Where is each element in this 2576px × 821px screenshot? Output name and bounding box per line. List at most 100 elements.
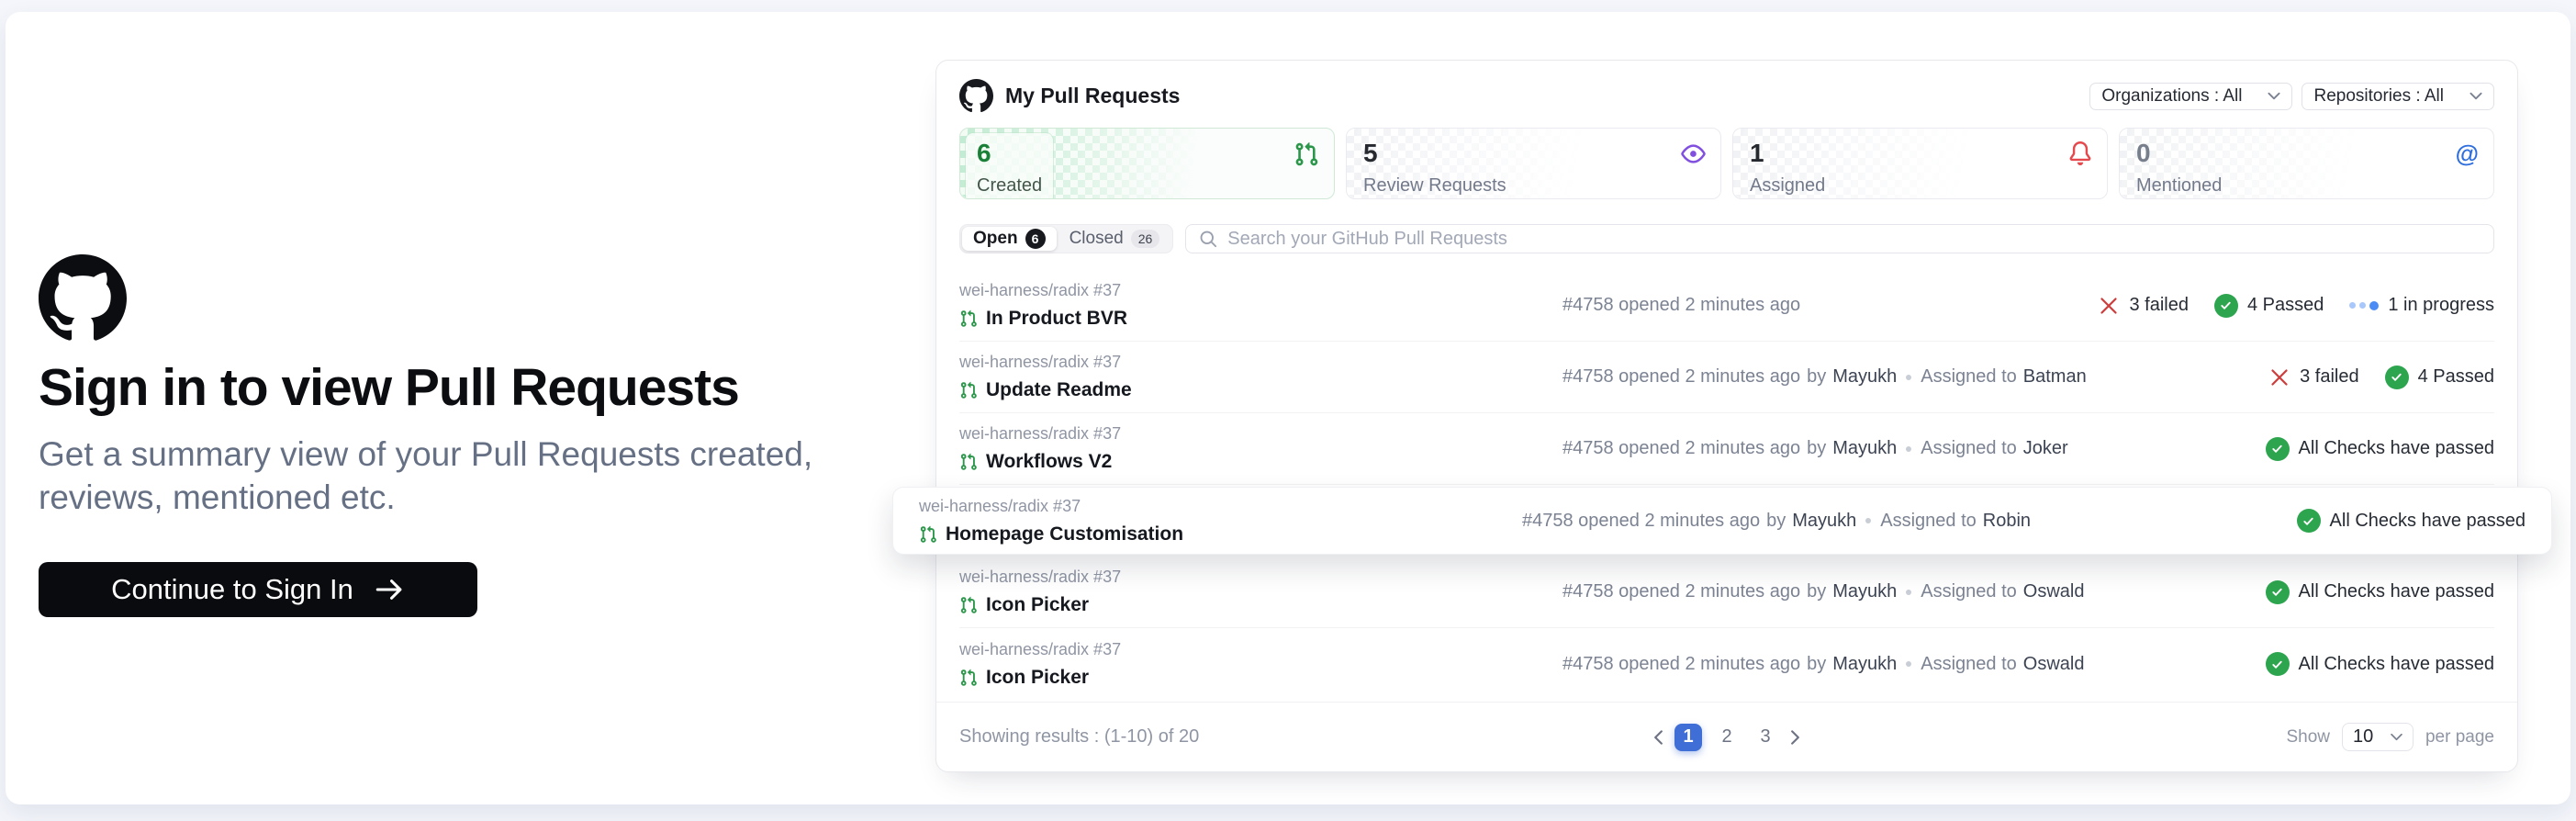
tab-open[interactable]: Open 6 [962,227,1057,251]
pr-assigned-label: Assigned to [1921,581,2017,602]
organizations-filter-select[interactable]: Organizations : All [2089,83,2292,110]
pr-row-left: wei-harness/radix #37 Workflows V2 [959,424,1562,473]
card-header: My Pull Requests Organizations : All Rep… [936,61,2517,113]
checks-all-passed: All Checks have passed [2266,437,2494,461]
card-title: My Pull Requests [1005,84,1180,108]
pr-checks: All Checks have passed [2266,580,2494,604]
pr-checks: All Checks have passed [2266,652,2494,676]
stat-created-label: Created [977,175,1042,197]
page-button-3[interactable]: 3 [1752,724,1779,751]
pr-meta: #4758 opened 2 minutes ago by Mayukh Ass… [1562,654,2266,675]
organizations-filter-label: Organizations : All [2101,86,2242,107]
checks-failed: 3 failed [2268,366,2359,388]
search-input[interactable] [1227,229,2481,250]
stat-card-created[interactable]: 6 Created [959,128,1335,199]
pr-repo: wei-harness/radix #37 [959,281,1544,300]
pr-author: Mayukh [1832,654,1897,675]
repositories-filter-select[interactable]: Repositories : All [2302,83,2494,110]
pr-repo: wei-harness/radix #37 [919,497,1504,516]
pr-opened: #4758 opened 2 minutes ago [1522,511,1760,532]
check-circle-icon [2266,437,2290,461]
page-button-2[interactable]: 2 [1713,724,1741,751]
github-octocat-icon [959,79,993,113]
stat-card-assigned[interactable]: 1 Assigned [1732,128,2108,199]
pr-row-icon-picker-1[interactable]: wei-harness/radix #37 Icon Picker #4758 … [959,557,2494,628]
open-count-badge: 6 [1025,229,1046,249]
page-button-1[interactable]: 1 [1674,724,1702,751]
continue-sign-in-button[interactable]: Continue to Sign In [39,562,477,617]
pr-row-left: wei-harness/radix #37 Update Readme [959,353,1562,401]
checks-all-passed-label: All Checks have passed [2330,511,2526,532]
open-closed-tab-group: Open 6 Closed 26 [959,224,1173,253]
next-page-button[interactable] [1790,730,1800,745]
checks-failed-label: 3 failed [2129,295,2189,316]
signin-heading: Sign in to view Pull Requests [39,357,865,418]
pr-row-left: wei-harness/radix #37 Icon Picker [959,640,1562,689]
pr-by-label: by [1807,366,1826,388]
pr-meta: #4758 opened 2 minutes ago by Mayukh Ass… [1562,366,2268,388]
git-pull-request-icon [1294,141,1319,167]
pr-assigned-label: Assigned to [1921,438,2017,459]
checks-all-passed: All Checks have passed [2266,580,2494,604]
pr-author: Mayukh [1832,438,1897,459]
stat-assigned-label: Assigned [1750,175,1825,197]
pr-author: Mayukh [1832,581,1897,602]
pr-checks: 3 failed 4 Passed 1 in progress [2098,294,2494,318]
repositories-filter-label: Repositories : All [2313,86,2444,107]
per-page-value: 10 [2353,726,2373,748]
pr-checks: All Checks have passed [2297,509,2526,533]
signin-section: Sign in to view Pull Requests Get a summ… [39,254,865,617]
check-circle-icon [2266,652,2290,676]
my-pull-requests-card: My Pull Requests Organizations : All Rep… [935,60,2518,772]
pr-title: In Product BVR [986,308,1127,330]
check-circle-icon [2385,366,2409,389]
pr-author: Mayukh [1792,511,1856,532]
pr-row-workflows-v2[interactable]: wei-harness/radix #37 Workflows V2 #4758… [959,413,2494,485]
pr-assignee: Joker [2023,438,2068,459]
git-pull-request-icon [959,309,978,328]
stat-text: 6 Created [966,133,1053,199]
pr-row-icon-picker-2[interactable]: wei-harness/radix #37 Icon Picker #4758 … [959,628,2494,700]
pr-opened: #4758 opened 2 minutes ago [1562,654,1800,675]
arrow-right-icon [374,577,405,602]
dot-separator [1865,518,1871,523]
checks-in-progress-label: 1 in progress [2388,295,2494,316]
git-pull-request-icon [959,596,978,614]
tab-open-label: Open [973,229,1018,249]
tab-closed[interactable]: Closed 26 [1058,227,1171,251]
previous-page-button[interactable] [1653,730,1663,745]
pr-assignee: Oswald [2023,581,2085,602]
checks-passed: 4 Passed [2214,294,2324,318]
pr-assignee: Batman [2023,366,2087,388]
check-circle-icon [2214,294,2238,318]
dot-separator [1906,375,1911,380]
card-footer: Showing results : (1-10) of 20 1 2 3 Sho… [936,702,2517,771]
dot-separator [1906,446,1911,452]
git-pull-request-icon [919,525,937,544]
check-circle-icon [2266,580,2290,604]
stat-mentioned-label: Mentioned [2136,175,2222,197]
pr-row-in-product-bvr[interactable]: wei-harness/radix #37 In Product BVR #47… [959,270,2494,342]
pr-row-homepage-customisation[interactable]: wei-harness/radix #37 Homepage Customisa… [892,487,2552,555]
pr-assignee: Oswald [2023,654,2085,675]
pr-title: Update Readme [986,379,1132,401]
x-failed-icon [2268,366,2290,388]
per-page-select[interactable]: 10 [2342,723,2414,751]
stat-mentioned-value: 0 [2136,141,2222,166]
checks-passed-label: 4 Passed [2418,366,2494,388]
checks-passed: 4 Passed [2385,366,2494,389]
pr-row-left: wei-harness/radix #37 Icon Picker [959,568,1562,616]
chevron-right-icon [1790,730,1800,745]
pr-meta: #4758 opened 2 minutes ago by Mayukh Ass… [1522,511,2297,532]
stat-card-mentioned[interactable]: 0 Mentioned @ [2119,128,2494,199]
git-pull-request-icon [959,381,978,399]
header-filters: Organizations : All Repositories : All [2089,83,2494,110]
pr-row-update-readme[interactable]: wei-harness/radix #37 Update Readme #475… [959,342,2494,413]
signin-subtitle-line1: Get a summary view of your Pull Requests… [39,433,865,476]
pr-title: Icon Picker [986,594,1089,616]
pr-by-label: by [1807,654,1826,675]
x-failed-icon [2098,295,2120,317]
chevron-down-icon [2470,92,2482,100]
checks-all-passed: All Checks have passed [2266,652,2494,676]
stat-card-review-requests[interactable]: 5 Review Requests [1346,128,1721,199]
